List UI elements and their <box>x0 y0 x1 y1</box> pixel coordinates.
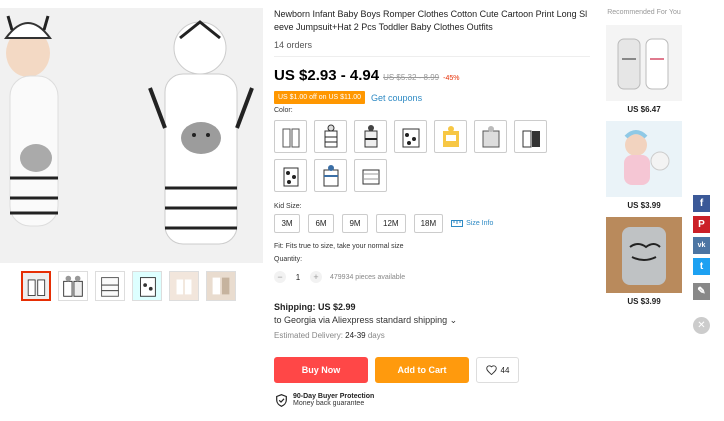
size-option-18m[interactable]: 18M <box>413 214 444 233</box>
recommended-panel: Recommended For You US $6.47 US $3.99 US… <box>606 8 682 306</box>
thumbnail-4[interactable] <box>132 271 162 301</box>
recommended-price: US $3.99 <box>627 297 661 306</box>
recommended-image <box>606 25 682 101</box>
size-option-6m[interactable]: 6M <box>308 214 334 233</box>
recommended-price: US $3.99 <box>627 201 661 210</box>
thumbnail-strip <box>21 271 236 301</box>
thumbnail-6[interactable] <box>206 271 236 301</box>
color-swatch-9[interactable] <box>314 159 347 192</box>
size-options: 3M 6M 9M 12M 18M Size Info <box>274 214 493 233</box>
color-swatch-1[interactable] <box>274 120 307 153</box>
pieces-available: 479934 pieces available <box>330 273 406 281</box>
close-icon[interactable]: ✕ <box>693 317 710 334</box>
color-swatch-10[interactable] <box>354 159 387 192</box>
size-option-3m[interactable]: 3M <box>274 214 300 233</box>
vk-icon[interactable]: vk <box>693 237 710 254</box>
recommended-item[interactable]: US $6.47 <box>606 25 682 114</box>
color-swatch-7[interactable] <box>514 120 547 153</box>
action-buttons: Buy Now Add to Cart 44 <box>274 357 519 383</box>
shield-check-icon <box>276 393 287 407</box>
shipping-destination[interactable]: to Georgia via Aliexpress standard shipp… <box>274 315 457 326</box>
thumbnail-2[interactable] <box>58 271 88 301</box>
ruler-icon <box>451 220 464 227</box>
wishlist-button[interactable]: 44 <box>476 357 519 383</box>
recommended-item[interactable]: US $3.99 <box>606 217 682 306</box>
color-swatch-5[interactable] <box>434 120 467 153</box>
color-swatch-3[interactable] <box>354 120 387 153</box>
fit-text: Fit: Fits true to size, take your normal… <box>274 243 404 250</box>
quantity-value[interactable]: 1 <box>292 273 304 282</box>
color-swatch-8[interactable] <box>274 159 307 192</box>
size-info-label: Size Info <box>466 220 494 227</box>
add-to-cart-button[interactable]: Add to Cart <box>375 357 469 383</box>
color-swatch-6[interactable] <box>474 120 507 153</box>
protection-subtitle: Money back guarantee <box>293 400 365 407</box>
size-option-9m[interactable]: 9M <box>342 214 368 233</box>
edit-icon[interactable]: ✎ <box>693 283 710 300</box>
heart-icon <box>485 365 497 375</box>
color-swatch-2[interactable] <box>314 120 347 153</box>
options-area: Color: Kid Size: 3M 6M 9M 12M 18M Size I… <box>274 0 590 421</box>
quantity-stepper: − 1 + 479934 pieces available <box>274 271 405 283</box>
pinterest-icon[interactable]: P <box>693 216 710 233</box>
buyer-protection: 90-Day Buyer Protection Money back guara… <box>276 393 374 407</box>
recommended-image <box>606 121 682 197</box>
protection-title: 90-Day Buyer Protection <box>293 393 375 400</box>
facebook-icon[interactable]: f <box>693 195 710 212</box>
delivery-label: Estimated Delivery: <box>274 331 343 340</box>
recommended-title: Recommended For You <box>607 9 681 16</box>
shipping-section: Shipping: US $2.99 to Georgia via Aliexp… <box>274 302 457 340</box>
thumbnail-1[interactable] <box>21 271 51 301</box>
quantity-label: Quantity: <box>274 256 303 263</box>
delivery-unit: days <box>367 331 385 340</box>
color-swatch-4[interactable] <box>394 120 427 153</box>
estimated-delivery: Estimated Delivery: 24-39 days <box>274 331 457 340</box>
color-label: Color: <box>274 107 293 114</box>
recommended-image <box>606 217 682 293</box>
size-info-link[interactable]: Size Info <box>451 220 493 227</box>
twitter-icon[interactable]: t <box>693 258 710 275</box>
size-label: Kid Size: <box>274 203 302 210</box>
color-swatches <box>274 120 554 192</box>
buy-now-button[interactable]: Buy Now <box>274 357 368 383</box>
recommended-price: US $6.47 <box>627 105 661 114</box>
main-product-image[interactable] <box>0 8 263 263</box>
delivery-days: 24-39 <box>345 331 366 340</box>
wishlist-count: 44 <box>500 365 510 375</box>
social-share-bar: f P vk t ✎ <box>693 195 710 300</box>
shipping-title: Shipping: US $2.99 <box>274 302 356 312</box>
size-option-12m[interactable]: 12M <box>376 214 406 233</box>
quantity-decrease-button[interactable]: − <box>274 271 286 283</box>
thumbnail-5[interactable] <box>169 271 199 301</box>
thumbnail-3[interactable] <box>95 271 125 301</box>
quantity-increase-button[interactable]: + <box>310 271 322 283</box>
recommended-item[interactable]: US $3.99 <box>606 121 682 210</box>
